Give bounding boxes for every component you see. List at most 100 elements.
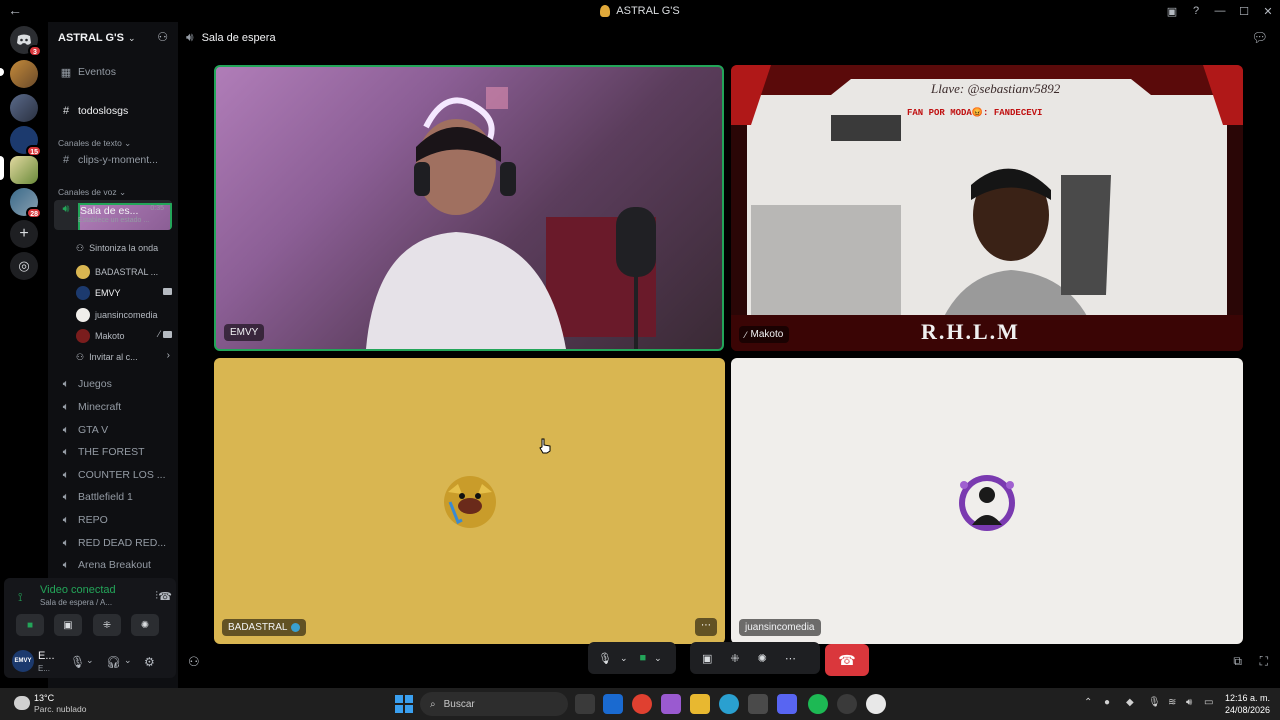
add-server-button[interactable]: + [10,220,38,248]
voice-channel[interactable]: 🔈︎ Minecraft [54,397,172,417]
soundboard-button[interactable]: ✺ [131,614,159,636]
wifi-icon[interactable]: ≋ [1168,697,1176,708]
channel-clips[interactable]: # clips-y-moment... [54,150,172,170]
explore-icon[interactable]: ◎ [10,252,38,280]
connection-status: Video conectad [40,584,116,596]
activities-icon[interactable]: ⁜ [730,652,739,665]
server-icon-2[interactable] [10,94,38,122]
minimize-button[interactable]: — [1208,5,1232,17]
chevron-down-icon[interactable]: ⌄ [620,653,628,664]
camera-icon[interactable]: ■ [640,652,647,664]
voice-member[interactable]: juansincomedia [76,306,172,324]
tray-app-icon[interactable]: ◆ [1126,697,1134,708]
user-status: E... [38,664,51,673]
microphone-icon[interactable]: 🎙︎ [598,652,612,665]
voice-channel[interactable]: 🔈︎ THE FOREST [54,442,172,462]
copilot-icon[interactable] [661,694,681,714]
participant-name: Makoto [750,329,784,340]
channel-status[interactable]: Establece un estado ... [78,217,149,224]
more-options-button[interactable]: ⋯ [695,618,717,636]
voice-member[interactable]: Makoto ⁄ [76,327,172,345]
spotify-icon[interactable] [808,694,828,714]
channel-title: Sala de espera [201,31,276,44]
voice-channel[interactable]: 🔈︎ Battlefield 1 [54,487,172,507]
video-tile-badastral[interactable]: BADASTRAL ⋯ [214,358,725,644]
chevron-down-icon[interactable]: ⌄ [124,655,132,666]
search-label: Buscar [443,698,475,710]
voice-member[interactable]: EMVY [76,284,172,302]
avatar[interactable]: EMVY [12,650,34,672]
chevron-down-icon[interactable]: ⌄ [86,655,94,666]
category-text[interactable]: Canales de texto ⌄ [58,138,131,149]
store-icon[interactable] [748,694,768,714]
volume-icon[interactable]: 🔊︎ [1186,697,1192,708]
voice-channel[interactable]: 🔈︎ GTA V [54,420,172,440]
tray-app-icon[interactable]: ● [1104,697,1110,708]
video-tile-emvy[interactable]: EMVY [214,65,724,351]
task-view-icon[interactable] [575,694,595,714]
microphone-icon[interactable]: 🎙︎ [70,655,85,669]
server-header[interactable]: ASTRAL G'S ⌄ ⚇ [48,22,178,54]
channel-label: Minecraft [78,401,122,413]
help-icon[interactable]: ? [1184,5,1208,17]
clock-app-icon[interactable] [866,694,886,714]
disconnect-button[interactable]: ☎ [825,644,869,676]
battery-icon[interactable]: ▭ [1204,697,1213,708]
invite-item[interactable]: ⚇ Invitar al c... › [76,348,172,366]
voice-channel[interactable]: 🔈︎ Juegos [54,374,172,394]
tray-chevron-icon[interactable]: ⌃ [1084,697,1092,708]
tune-item[interactable]: ⚇ Sintoniza la onda [76,239,172,257]
screen-share-icon[interactable]: ▣ [702,652,712,665]
video-tile-makoto[interactable]: Llave: @sebastianv5892 FAN POR MODA😡: FA… [731,65,1243,351]
back-arrow-icon[interactable]: ← [8,2,22,18]
server-icon-4[interactable]: 28 [10,188,42,219]
disconnect-icon[interactable]: ☎ [158,590,172,603]
channel-label: REPO [78,514,108,526]
maximize-button[interactable]: ☐ [1232,5,1256,18]
chevron-down-icon[interactable]: ⌄ [654,653,662,664]
category-label: Canales de texto [58,138,122,148]
server-icon-3[interactable]: 15 [10,126,42,157]
headphones-icon[interactable]: 🎧︎ [106,655,121,669]
popout-icon[interactable]: ⧉ [1233,654,1242,669]
inbox-icon[interactable]: ▣ [1160,5,1184,18]
voice-channel[interactable]: 🔈︎ COUNTER LOS ... [54,465,172,485]
file-explorer-icon[interactable] [690,694,710,714]
voice-channel[interactable]: 🔈︎ RED DEAD RED... [54,533,172,553]
category-voice[interactable]: Canales de voz ⌄ [58,187,126,198]
voice-member[interactable]: BADASTRAL ... [76,263,172,281]
video-tile-juansincomedia[interactable]: juansincomedia [731,358,1243,644]
activities-button[interactable]: ⁜ [93,614,121,636]
voice-channel[interactable]: 🔈︎ REPO [54,510,172,530]
username[interactable]: E... [38,650,55,662]
channel-sala-de-espera[interactable]: 🔊︎ Sala de es... 0:35 Establece un estad… [54,200,172,230]
soundboard-icon[interactable]: ✺ [758,652,767,665]
app-icon[interactable] [837,694,857,714]
events-item[interactable]: ▦ Eventos [54,62,172,82]
screen-share-button[interactable]: ▣ [54,614,82,636]
taskbar-clock[interactable]: 12:16 a. m. 24/08/2026 [1225,692,1270,716]
microphone-tray-icon[interactable]: 🎙︎ [1148,697,1161,708]
chrome-icon[interactable] [632,694,652,714]
voice-channel[interactable]: 🔈︎ Arena Breakout [54,555,172,575]
start-icon[interactable] [395,695,413,713]
discord-taskbar-icon[interactable] [777,694,797,714]
edge-icon[interactable] [719,694,739,714]
add-member-icon[interactable]: ⚇ [157,30,168,44]
home-button[interactable]: 3 [10,26,42,57]
chat-icon[interactable]: 💬︎ [1251,30,1268,46]
server-icon-active[interactable] [10,156,38,184]
fullscreen-icon[interactable]: ⛶ [1260,654,1268,669]
signal-icon[interactable]: ⟟ [18,590,22,605]
close-button[interactable]: ✕ [1256,5,1280,18]
invite-people-icon[interactable]: ⚇ [188,654,200,670]
taskbar-search[interactable]: ⌕ Buscar [420,692,568,716]
settings-gear-icon[interactable]: ⚙ [144,655,155,669]
camera-toggle-button[interactable]: ■ [16,614,44,636]
clock-date: 24/08/2026 [1224,705,1270,715]
channel-todoslosgs[interactable]: # todoslosgs [54,101,172,121]
more-options-icon[interactable]: ⋯ [785,652,796,665]
outlook-icon[interactable] [603,694,623,714]
server-icon-1[interactable] [10,60,38,88]
connection-location[interactable]: Sala de espera / A... [40,598,112,607]
